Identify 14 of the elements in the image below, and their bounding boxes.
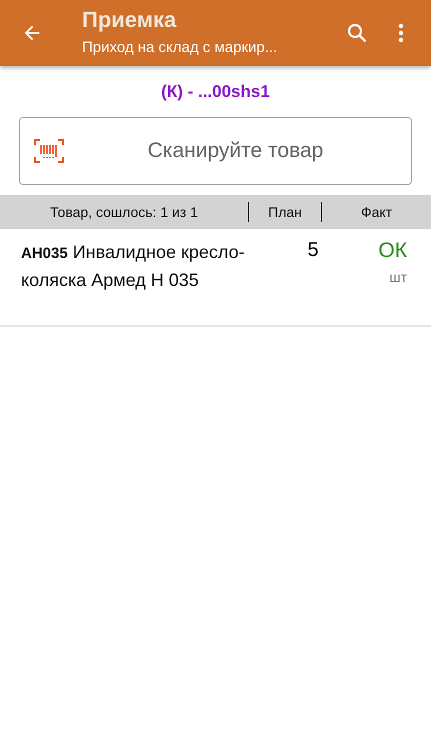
document-code: (К) - ...00shs1 [160, 82, 271, 102]
column-header: План [267, 204, 303, 220]
plan-quantity: 5 [306, 239, 320, 263]
unit-label: шт [389, 269, 407, 285]
search-icon [345, 21, 369, 45]
screen-title: Приемка [82, 6, 178, 32]
screen-subtitle: Приход на склад с маркир... [82, 38, 278, 56]
fact-status: ОК [378, 239, 407, 263]
column-header: Факт [360, 204, 394, 220]
barcode-icon [34, 139, 64, 163]
scan-field[interactable]: Сканируйте товар [19, 117, 412, 185]
item-name: АН035 Инвалидное кресло-коляска Армед Н 035 [21, 241, 246, 292]
column-header: Товар, сошлось: 1 из 1 [49, 204, 199, 220]
more-icon [398, 23, 404, 43]
